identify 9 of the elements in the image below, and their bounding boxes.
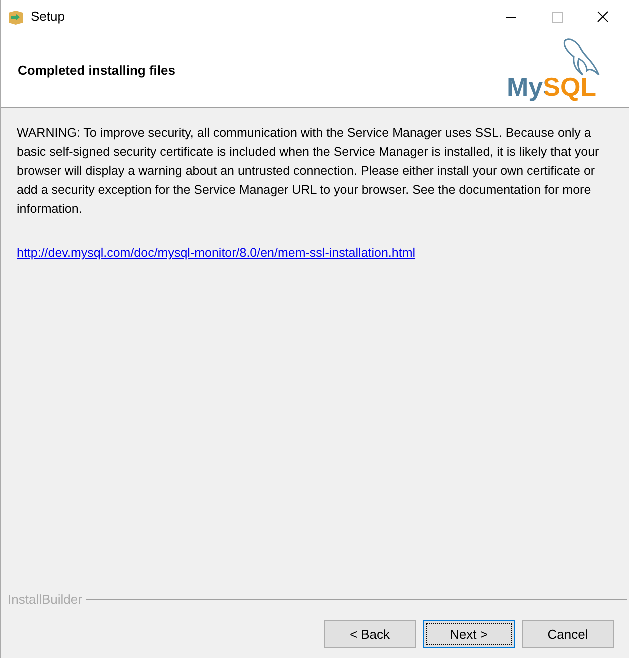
brand-label: InstallBuilder bbox=[8, 592, 82, 607]
window-title: Setup bbox=[31, 9, 65, 24]
dialog-button[interactable]: Cancel bbox=[522, 620, 614, 648]
page-heading: Completed installing files bbox=[18, 62, 176, 78]
dialog-button[interactable]: < Back bbox=[324, 620, 416, 648]
documentation-link[interactable]: http://dev.mysql.com/doc/mysql-monitor/8.0/en/mem-ssl-installation.html bbox=[17, 246, 416, 260]
dialog-button[interactable]: Next > bbox=[423, 620, 515, 648]
box-icon bbox=[7, 8, 25, 24]
warning-message: WARNING: To improve security, all communication with the Service Manager uses SSL. Because only a basic self-signed security certificate is included when the Service Manager is installed, it is likely that your browser will display a warning about an untrusted connection. Please either install your own certificate or add a security exception for the Service Manager URL to your browser. See the documentation for more information. bbox=[17, 125, 600, 218]
